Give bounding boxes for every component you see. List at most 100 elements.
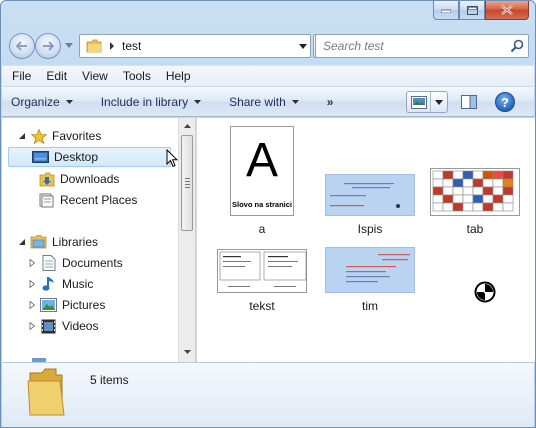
tree-item-recent-places[interactable]: Recent Places <box>38 190 137 210</box>
collapsed-arrow-icon[interactable] <box>28 301 36 309</box>
desktop-icon <box>32 149 49 165</box>
search-input[interactable]: Search test <box>316 39 506 53</box>
thumbnail-wrapper <box>212 245 312 293</box>
navigation-row: test Search test <box>7 31 529 61</box>
expanded-arrow-icon[interactable] <box>18 132 26 140</box>
file-thumbnail: A Slovo na stranici <box>230 126 294 216</box>
back-button[interactable] <box>9 33 35 59</box>
scrollbar-thumb[interactable] <box>181 135 193 231</box>
documents-icon <box>40 255 57 271</box>
tree-item-downloads[interactable]: Downloads <box>38 169 119 189</box>
busy-cursor-icon <box>474 281 496 303</box>
chevron-down-icon <box>65 99 73 104</box>
search-button[interactable] <box>506 35 528 57</box>
preview-pane-icon[interactable] <box>460 93 478 111</box>
tree-label-pictures: Pictures <box>62 298 106 312</box>
chevron-down-icon <box>435 99 443 105</box>
tree-item-libraries[interactable]: Libraries <box>18 232 98 252</box>
command-bar: Organize Include in library Share with »… <box>2 87 534 117</box>
menu-edit[interactable]: Edit <box>46 69 67 83</box>
collapsed-arrow-icon[interactable] <box>28 322 36 330</box>
table-preview <box>432 170 514 212</box>
tree-item-favorites[interactable]: Favorites <box>18 126 101 146</box>
item-count: 5 items <box>90 373 129 387</box>
minimize-icon <box>441 9 451 13</box>
file-name: Ispis <box>357 222 383 236</box>
change-view-button[interactable] <box>406 91 448 113</box>
file-name: tekst <box>249 299 275 313</box>
tree-label-documents: Documents <box>62 256 123 270</box>
menu-file[interactable]: File <box>12 69 31 83</box>
file-name: tab <box>466 222 484 236</box>
thumbnail-caption: Slovo na stranici <box>231 200 293 209</box>
view-options-dropdown[interactable] <box>431 99 447 105</box>
close-icon <box>501 5 513 15</box>
details-pane: 5 items <box>2 362 534 427</box>
collapsed-arrow-icon[interactable] <box>28 259 36 267</box>
more-commands-button[interactable]: » <box>327 95 334 109</box>
tree-item-videos[interactable]: Videos <box>28 316 98 336</box>
include-in-library-button[interactable]: Include in library <box>101 95 202 109</box>
large-icons-view-icon <box>410 95 427 109</box>
tree-item-music[interactable]: Music <box>28 274 93 294</box>
file-item-tab[interactable]: tab <box>425 126 525 236</box>
menu-tools[interactable]: Tools <box>123 69 151 83</box>
recent-pages-dropdown-icon[interactable] <box>65 43 73 49</box>
file-item-tekst[interactable]: tekst <box>212 245 312 313</box>
tree-label-desktop: Desktop <box>54 150 99 164</box>
search-icon <box>510 39 524 53</box>
address-bar[interactable]: test <box>79 34 311 58</box>
tree-item-pictures[interactable]: Pictures <box>28 295 105 315</box>
file-thumbnail <box>325 247 415 293</box>
minimize-button[interactable] <box>433 1 459 20</box>
music-icon <box>40 276 57 292</box>
chevron-down-icon <box>291 99 299 104</box>
file-thumbnail <box>325 174 415 216</box>
caption-buttons <box>433 1 529 20</box>
folder-icon <box>27 368 65 416</box>
maximize-icon <box>466 5 478 15</box>
share-with-label: Share with <box>229 94 286 109</box>
chevron-up-icon <box>183 124 191 128</box>
text-lines-preview <box>330 183 400 208</box>
address-dropdown-button[interactable] <box>296 35 310 57</box>
explorer-window: test Search test File Edit View Tools He… <box>0 0 536 428</box>
scrollbar-grip <box>185 178 190 188</box>
file-item-ispis[interactable]: Ispis <box>320 126 420 236</box>
close-button[interactable] <box>485 1 529 20</box>
view-mode-toggle[interactable] <box>407 92 431 112</box>
address-path-segment[interactable]: test <box>122 39 296 53</box>
tree-label-music: Music <box>62 277 94 291</box>
thumbnail-letter: A <box>245 134 278 187</box>
file-list: A Slovo na stranici a Ispis tab tekst ti… <box>196 118 535 362</box>
organize-button[interactable]: Organize <box>11 95 73 109</box>
share-with-button[interactable]: Share with <box>229 95 299 109</box>
maximize-button[interactable] <box>459 1 485 20</box>
scroll-up-button[interactable] <box>179 118 195 134</box>
star-icon <box>30 128 47 144</box>
file-item-tim[interactable]: tim <box>320 245 420 313</box>
forward-button[interactable] <box>35 33 61 59</box>
menu-help[interactable]: Help <box>166 69 191 83</box>
tree-label-recent-places: Recent Places <box>60 193 138 207</box>
navigation-pane: Favorites Desktop Downloads Recent Place… <box>2 118 178 362</box>
breadcrumb-separator-icon[interactable] <box>108 41 116 51</box>
tree-item-documents[interactable]: Documents <box>28 253 123 273</box>
arrow-right-icon <box>43 41 54 51</box>
search-box[interactable]: Search test <box>315 34 529 58</box>
navigation-scrollbar[interactable] <box>178 118 195 362</box>
tree-label-libraries: Libraries <box>52 235 99 249</box>
tree-item-desktop[interactable]: Desktop <box>8 147 171 167</box>
collapsed-arrow-icon[interactable] <box>28 280 36 288</box>
menu-view[interactable]: View <box>82 69 108 83</box>
file-name: a <box>258 222 266 236</box>
expanded-arrow-icon[interactable] <box>18 238 26 246</box>
help-button[interactable]: ? <box>495 92 515 112</box>
chevron-down-icon <box>194 99 202 104</box>
videos-icon <box>40 318 57 334</box>
file-thumbnail <box>217 249 307 293</box>
file-item-a[interactable]: A Slovo na stranici a <box>212 126 312 236</box>
arrow-left-icon <box>16 41 27 51</box>
thumbnail-wrapper <box>320 126 420 216</box>
scroll-down-button[interactable] <box>179 344 195 360</box>
